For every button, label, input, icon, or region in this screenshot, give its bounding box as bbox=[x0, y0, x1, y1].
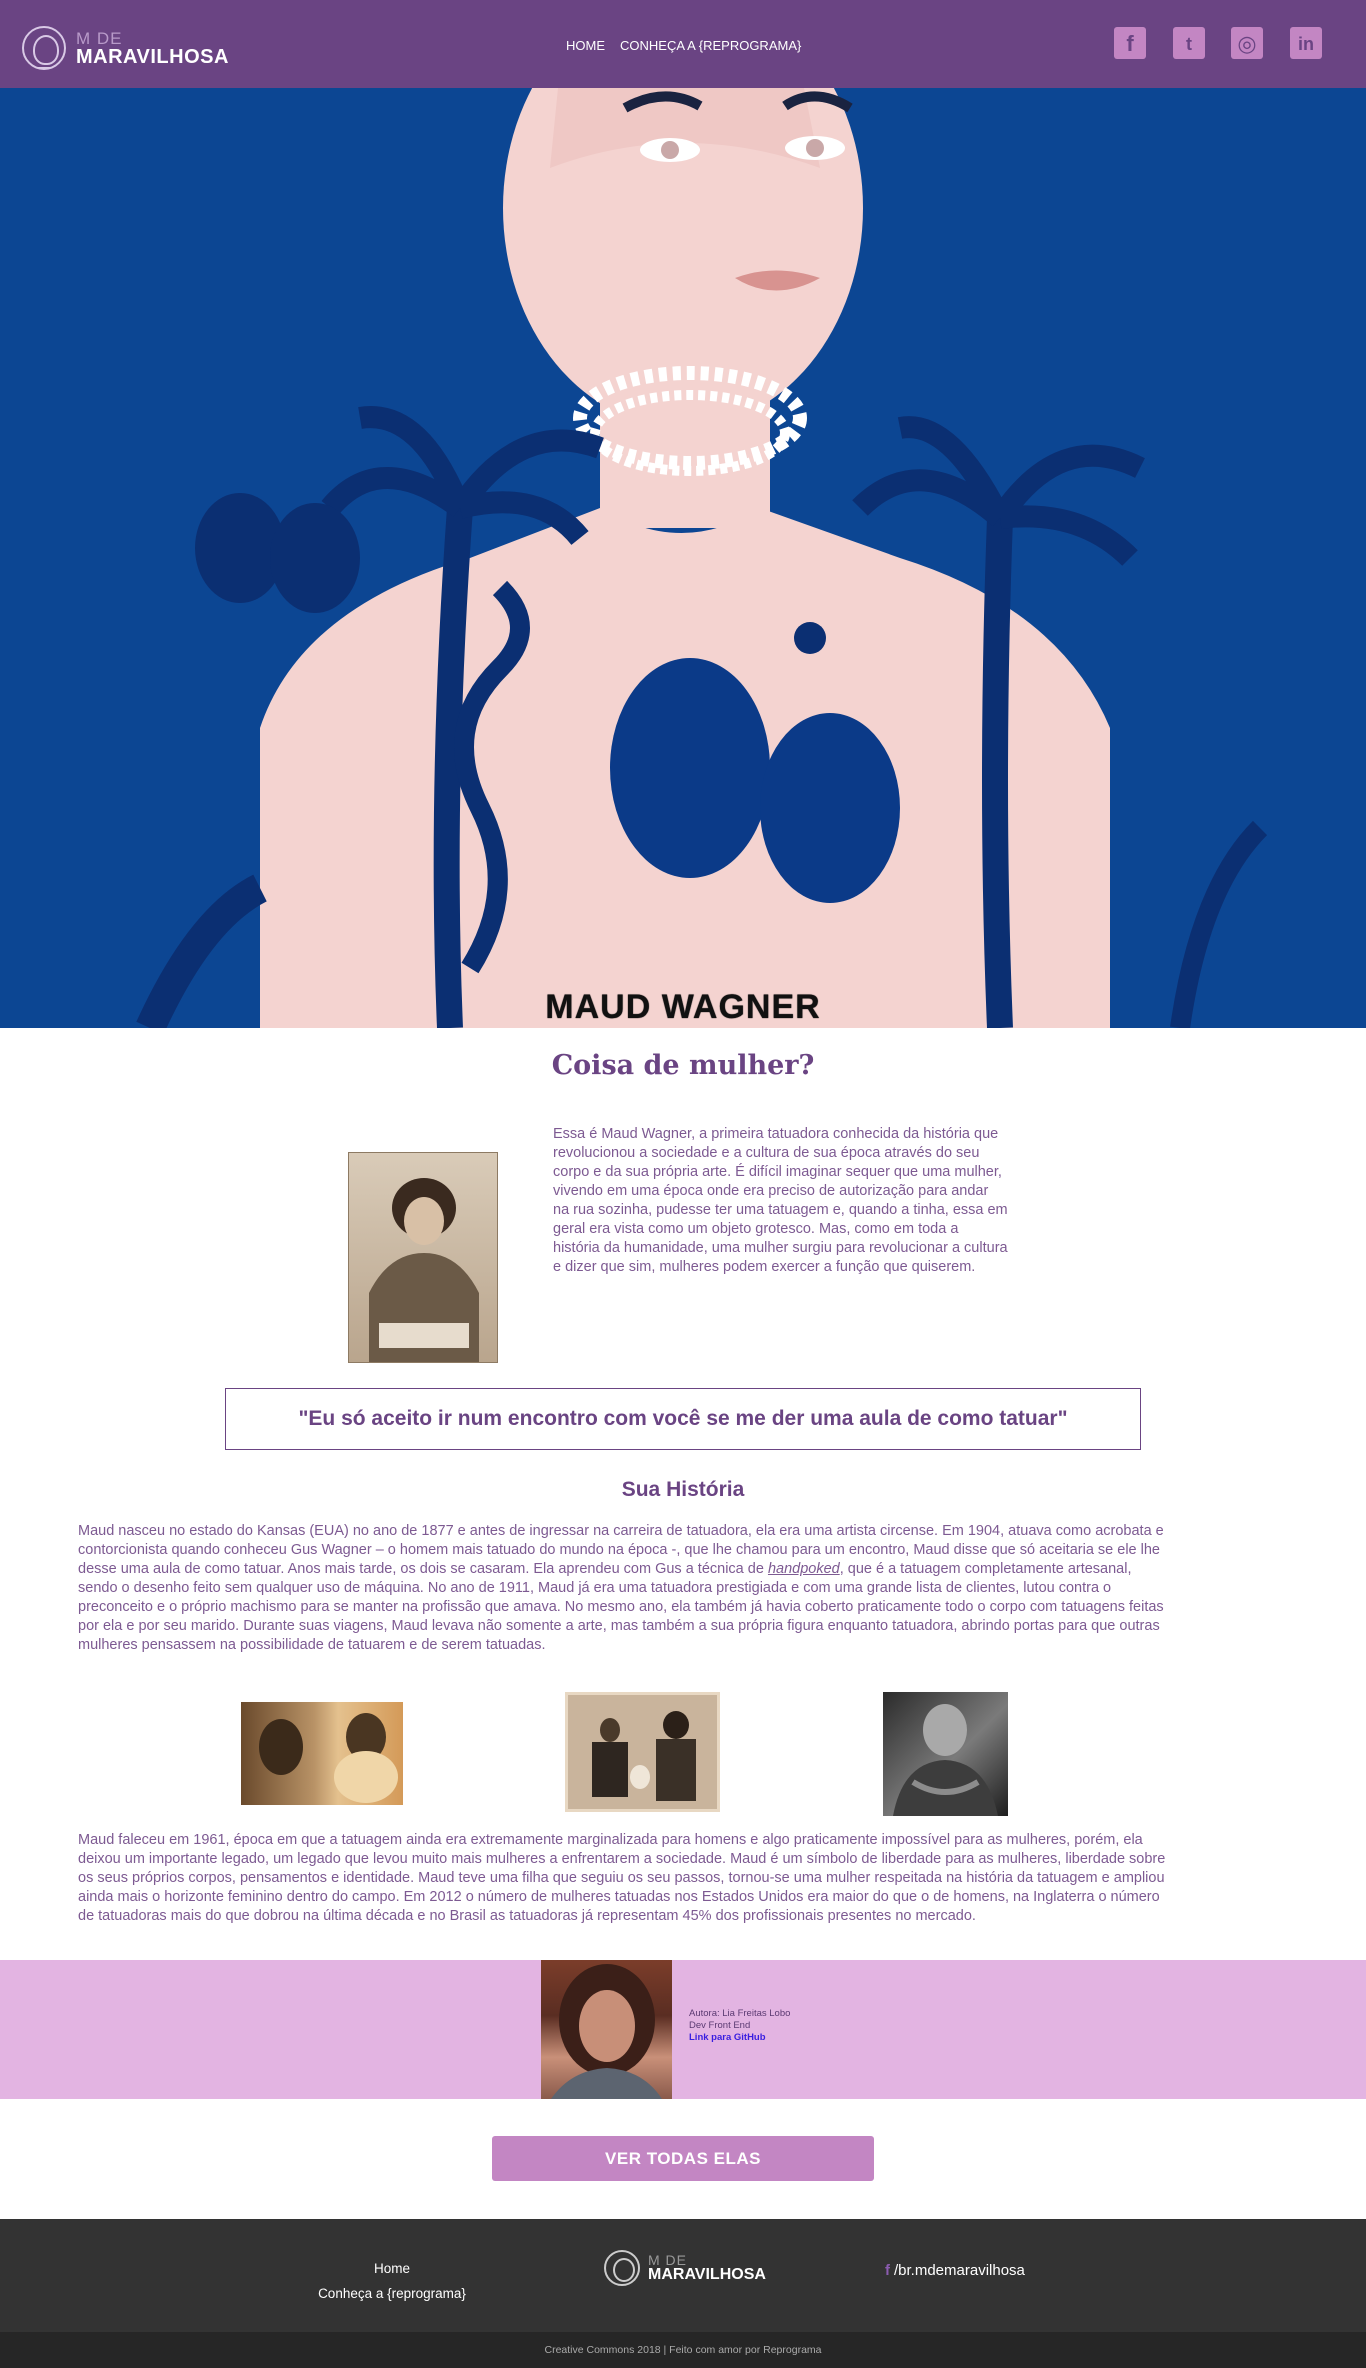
twitter-icon[interactable]: t bbox=[1173, 27, 1205, 59]
page-subtitle: Coisa de mulher? bbox=[551, 1050, 815, 1081]
logo-line1: M DE bbox=[76, 28, 123, 48]
github-link[interactable]: Link para GitHub bbox=[689, 2032, 790, 2044]
hero-banner-image bbox=[0, 88, 1366, 1028]
facebook-handle: /br.mdemaravilhosa bbox=[894, 2262, 1025, 2279]
nav-reprograma-link[interactable]: CONHEÇA A {REPROGRAMA} bbox=[620, 38, 801, 53]
author-info: Autora: Lia Freitas Lobo Dev Front End L… bbox=[689, 2008, 790, 2044]
footer-home-link[interactable]: Home bbox=[312, 2256, 472, 2281]
author-photo bbox=[541, 1960, 672, 2099]
footer-facebook-link[interactable]: f/br.mdemaravilhosa bbox=[885, 2262, 1025, 2279]
author-band bbox=[0, 1960, 1366, 2099]
maud-wagner-portrait bbox=[348, 1152, 498, 1363]
nav-home-link[interactable]: HOME bbox=[566, 38, 605, 53]
facebook-icon[interactable]: f bbox=[1114, 27, 1146, 59]
history-paragraph-1: Maud nasceu no estado do Kansas (EUA) no… bbox=[78, 1522, 1170, 1655]
see-all-button[interactable]: VER TODAS ELAS bbox=[492, 2136, 874, 2181]
site-header: M DE MARAVILHOSA HOME CONHEÇA A {REPROGR… bbox=[0, 0, 1366, 88]
woman-face-icon bbox=[604, 2250, 640, 2286]
quote-text: "Eu só aceito ir num encontro com você s… bbox=[298, 1407, 1068, 1430]
tattooed-woman-illustration bbox=[0, 88, 1366, 1028]
footer-reprograma-link[interactable]: Conheça a {reprograma} bbox=[312, 2281, 472, 2306]
author-name: Autora: Lia Freitas Lobo bbox=[689, 2008, 791, 2019]
main-nav: HOME CONHEÇA A {REPROGRAMA} bbox=[566, 38, 801, 53]
logo-line2: MARAVILHOSA bbox=[76, 45, 229, 68]
history-photo-family bbox=[565, 1692, 720, 1812]
handpoked-term: handpoked bbox=[767, 1561, 840, 1577]
facebook-icon: f bbox=[885, 2262, 890, 2279]
woman-face-icon bbox=[22, 26, 66, 70]
instagram-icon[interactable]: ◎ bbox=[1231, 27, 1263, 59]
site-logo[interactable]: M DE MARAVILHOSA bbox=[22, 22, 229, 74]
hero-title: MAUD WAGNER bbox=[545, 988, 821, 1026]
footer-links: Home Conheça a {reprograma} bbox=[312, 2256, 472, 2306]
quote-box: "Eu só aceito ir num encontro com você s… bbox=[225, 1388, 1141, 1450]
history-title: Sua História bbox=[621, 1478, 745, 1501]
linkedin-icon[interactable]: in bbox=[1290, 27, 1322, 59]
footer-logo-line1: M DE bbox=[648, 2252, 687, 2268]
copyright-bar: Creative Commons 2018 | Feito com amor p… bbox=[0, 2332, 1366, 2368]
author-role: Dev Front End bbox=[689, 2020, 751, 2031]
history-paragraph-2: Maud faleceu em 1961, época em que a tat… bbox=[78, 1832, 1166, 1924]
history-photo-elderly-maud bbox=[883, 1692, 1008, 1816]
history-photo-tattooing bbox=[241, 1702, 403, 1805]
footer-logo[interactable]: M DE MARAVILHOSA bbox=[604, 2250, 766, 2286]
footer-logo-line2: MARAVILHOSA bbox=[648, 2266, 766, 2283]
intro-paragraph: Essa é Maud Wagner, a primeira tatuadora… bbox=[553, 1126, 1008, 1275]
